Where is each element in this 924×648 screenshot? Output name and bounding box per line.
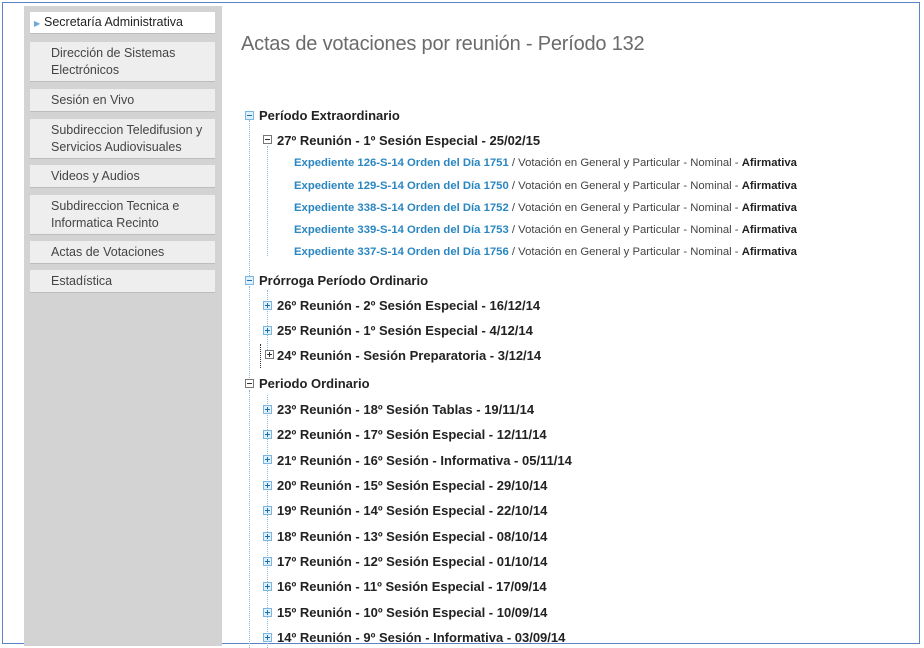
meeting-21[interactable]: 21º Reunión - 16º Sesión - Informativa -… xyxy=(277,453,572,469)
expand-icon[interactable] xyxy=(263,405,272,414)
meeting-14[interactable]: 14º Reunión - 9º Sesión - Informativa - … xyxy=(277,630,565,646)
vote-item: Expediente 129-S-14 Orden del Día 1750 /… xyxy=(294,180,797,192)
tree-connector xyxy=(249,120,250,282)
meeting-17[interactable]: 17º Reunión - 12º Sesión Especial - 01/1… xyxy=(277,554,547,570)
collapse-icon[interactable] xyxy=(245,379,254,388)
expand-icon[interactable] xyxy=(263,633,272,642)
expand-icon[interactable] xyxy=(263,301,272,310)
expand-icon[interactable] xyxy=(263,506,272,515)
expand-icon[interactable] xyxy=(263,557,272,566)
expand-icon[interactable] xyxy=(263,481,272,490)
expand-icon[interactable] xyxy=(263,532,272,541)
voting-tree: Período Extraordinario 27º Reunión - 1º … xyxy=(0,0,924,648)
meeting-26[interactable]: 26º Reunión - 2º Sesión Especial - 16/12… xyxy=(277,298,540,314)
meeting-24[interactable]: 24º Reunión - Sesión Preparatoria - 3/12… xyxy=(277,348,541,364)
expediente-link[interactable]: Expediente 337-S-14 Orden del Día 1756 xyxy=(294,246,509,258)
meeting-27[interactable]: 27º Reunión - 1º Sesión Especial - 25/02… xyxy=(277,133,540,149)
expediente-link[interactable]: Expediente 126-S-14 Orden del Día 1751 xyxy=(294,157,509,169)
tree-connector xyxy=(249,390,250,648)
meeting-19[interactable]: 19º Reunión - 14º Sesión Especial - 22/1… xyxy=(277,503,547,519)
expand-icon[interactable] xyxy=(263,608,272,617)
meeting-22[interactable]: 22º Reunión - 17º Sesión Especial - 12/1… xyxy=(277,427,547,443)
expediente-link[interactable]: Expediente 339-S-14 Orden del Día 1753 xyxy=(294,224,509,236)
tree-connector xyxy=(249,286,250,386)
meeting-25[interactable]: 25º Reunión - 1º Sesión Especial - 4/12/… xyxy=(277,323,533,339)
period-prorroga[interactable]: Prórroga Período Ordinario xyxy=(259,273,428,289)
period-ordinario[interactable]: Periodo Ordinario xyxy=(259,376,370,392)
meeting-20[interactable]: 20º Reunión - 15º Sesión Especial - 29/1… xyxy=(277,478,547,494)
expand-icon[interactable] xyxy=(263,455,272,464)
collapse-icon[interactable] xyxy=(263,135,272,144)
meeting-16[interactable]: 16º Reunión - 11º Sesión Especial - 17/0… xyxy=(277,579,547,595)
tree-connector xyxy=(267,146,268,256)
meeting-15[interactable]: 15º Reunión - 10º Sesión Especial - 10/0… xyxy=(277,605,547,621)
vote-item: Expediente 126-S-14 Orden del Día 1751 /… xyxy=(294,157,797,169)
collapse-icon[interactable] xyxy=(245,276,254,285)
period-extraordinario[interactable]: Período Extraordinario xyxy=(259,108,400,124)
expediente-link[interactable]: Expediente 338-S-14 Orden del Día 1752 xyxy=(294,202,509,214)
meeting-23[interactable]: 23º Reunión - 18º Sesión Tablas - 19/11/… xyxy=(277,402,534,418)
vote-item: Expediente 337-S-14 Orden del Día 1756 /… xyxy=(294,246,797,258)
expand-icon[interactable] xyxy=(265,350,274,359)
expand-icon[interactable] xyxy=(263,430,272,439)
vote-item: Expediente 339-S-14 Orden del Día 1753 /… xyxy=(294,224,797,236)
tree-connector xyxy=(260,344,261,368)
expediente-link[interactable]: Expediente 129-S-14 Orden del Día 1750 xyxy=(294,180,509,192)
vote-item: Expediente 338-S-14 Orden del Día 1752 /… xyxy=(294,202,797,214)
expand-icon[interactable] xyxy=(263,582,272,591)
collapse-icon[interactable] xyxy=(245,111,254,120)
expand-icon[interactable] xyxy=(263,326,272,335)
tree-connector xyxy=(267,290,268,356)
meeting-18[interactable]: 18º Reunión - 13º Sesión Especial - 08/1… xyxy=(277,529,547,545)
